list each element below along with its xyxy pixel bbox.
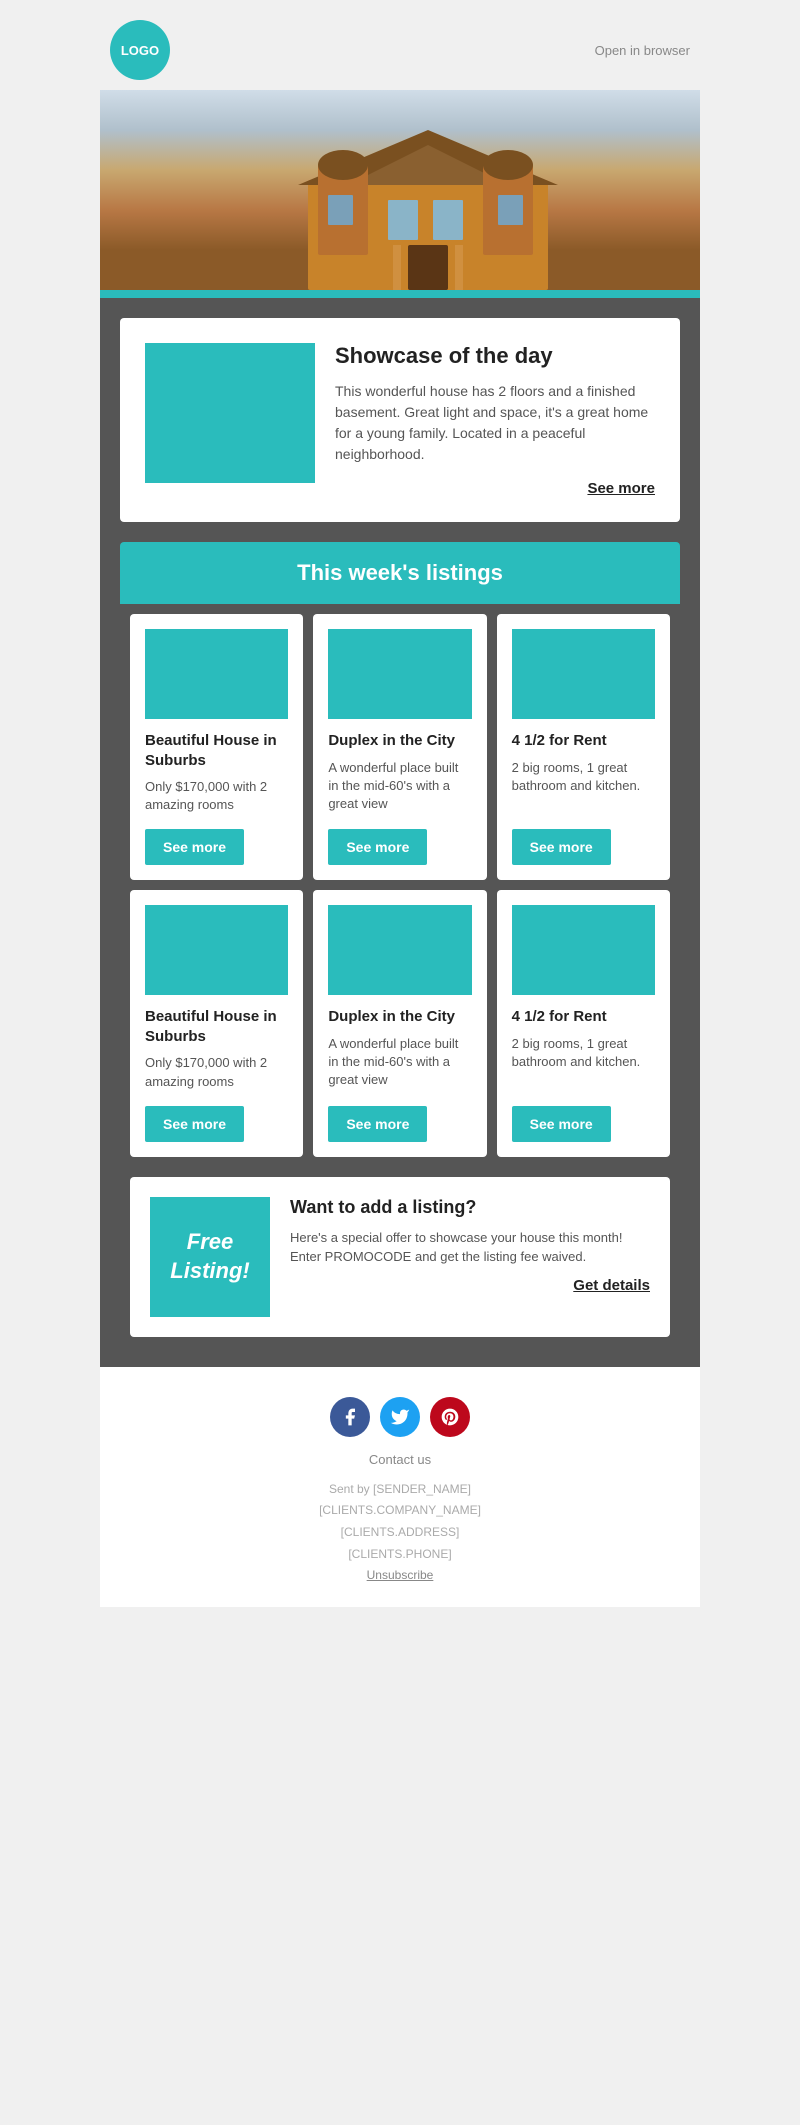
showcase-text: Showcase of the day This wonderful house… (335, 343, 655, 497)
listing-image-4 (145, 905, 288, 995)
listing-see-more-button-5[interactable]: See more (328, 1106, 427, 1142)
listing-title-4: Beautiful House in Suburbs (145, 1007, 288, 1046)
listing-desc-6: 2 big rooms, 1 great bathroom and kitche… (512, 1035, 655, 1091)
listing-image-6 (512, 905, 655, 995)
free-listing-image: Free Listing! (150, 1197, 270, 1317)
showcase-see-more-link[interactable]: See more (335, 480, 655, 497)
listing-desc-1: Only $170,000 with 2 amazing rooms (145, 778, 288, 814)
hero-image (100, 90, 700, 290)
listing-card-6: 4 1/2 for Rent 2 big rooms, 1 great bath… (497, 890, 670, 1156)
twitter-icon[interactable] (380, 1397, 420, 1437)
listing-card-2: Duplex in the City A wonderful place bui… (313, 614, 486, 880)
main-content: Showcase of the day This wonderful house… (100, 298, 700, 1367)
footer-contact-link[interactable]: Contact us (120, 1452, 680, 1467)
listing-see-more-button-2[interactable]: See more (328, 829, 427, 865)
building-illustration (288, 120, 568, 290)
listing-card-3: 4 1/2 for Rent 2 big rooms, 1 great bath… (497, 614, 670, 880)
showcase-description: This wonderful house has 2 floors and a … (335, 381, 655, 465)
listing-image-5 (328, 905, 471, 995)
showcase-card: Showcase of the day This wonderful house… (120, 318, 680, 522)
free-listing-section: Free Listing! Want to add a listing? Her… (120, 1177, 680, 1347)
listing-desc-3: 2 big rooms, 1 great bathroom and kitche… (512, 759, 655, 815)
listing-desc-5: A wonderful place built in the mid-60's … (328, 1035, 471, 1091)
open-in-browser-link[interactable]: Open in browser (595, 43, 690, 58)
listing-title-3: 4 1/2 for Rent (512, 731, 655, 751)
social-icons (120, 1397, 680, 1437)
footer: Contact us Sent by [SENDER_NAME] [CLIENT… (100, 1367, 700, 1607)
facebook-icon[interactable] (330, 1397, 370, 1437)
listings-title: This week's listings (138, 560, 662, 586)
listing-image-2 (328, 629, 471, 719)
listing-see-more-button-4[interactable]: See more (145, 1106, 244, 1142)
listing-title-5: Duplex in the City (328, 1007, 471, 1027)
listing-desc-2: A wonderful place built in the mid-60's … (328, 759, 471, 815)
listing-see-more-button-3[interactable]: See more (512, 829, 611, 865)
free-listing-title: Want to add a listing? (290, 1197, 650, 1218)
footer-address: [CLIENTS.ADDRESS] (120, 1522, 680, 1544)
get-details-link[interactable]: Get details (290, 1277, 650, 1294)
hero-image-inner (100, 90, 700, 290)
listing-image-1 (145, 629, 288, 719)
footer-phone: [CLIENTS.PHONE] (120, 1544, 680, 1566)
listing-desc-4: Only $170,000 with 2 amazing rooms (145, 1054, 288, 1090)
email-header: LOGO Open in browser (100, 0, 700, 90)
showcase-title: Showcase of the day (335, 343, 655, 369)
listing-card-1: Beautiful House in Suburbs Only $170,000… (130, 614, 303, 880)
listing-card-5: Duplex in the City A wonderful place bui… (313, 890, 486, 1156)
listing-title-1: Beautiful House in Suburbs (145, 731, 288, 770)
listing-title-6: 4 1/2 for Rent (512, 1007, 655, 1027)
logo: LOGO (110, 20, 170, 80)
free-listing-text: Want to add a listing? Here's a special … (290, 1197, 650, 1294)
unsubscribe-link[interactable]: Unsubscribe (120, 1565, 680, 1587)
listing-see-more-button-1[interactable]: See more (145, 829, 244, 865)
hero-teal-bar (100, 290, 700, 298)
listing-image-3 (512, 629, 655, 719)
listings-grid: Beautiful House in Suburbs Only $170,000… (120, 604, 680, 1167)
listing-title-2: Duplex in the City (328, 731, 471, 751)
free-listing-card: Free Listing! Want to add a listing? Her… (130, 1177, 670, 1337)
footer-company: [CLIENTS.COMPANY_NAME] (120, 1500, 680, 1522)
free-listing-description: Here's a special offer to showcase your … (290, 1228, 650, 1267)
pinterest-icon[interactable] (430, 1397, 470, 1437)
listing-see-more-button-6[interactable]: See more (512, 1106, 611, 1142)
footer-details: Sent by [SENDER_NAME] [CLIENTS.COMPANY_N… (120, 1479, 680, 1587)
showcase-image (145, 343, 315, 483)
listings-header: This week's listings (120, 542, 680, 604)
footer-sent-by: Sent by [SENDER_NAME] (120, 1479, 680, 1501)
listing-card-4: Beautiful House in Suburbs Only $170,000… (130, 890, 303, 1156)
